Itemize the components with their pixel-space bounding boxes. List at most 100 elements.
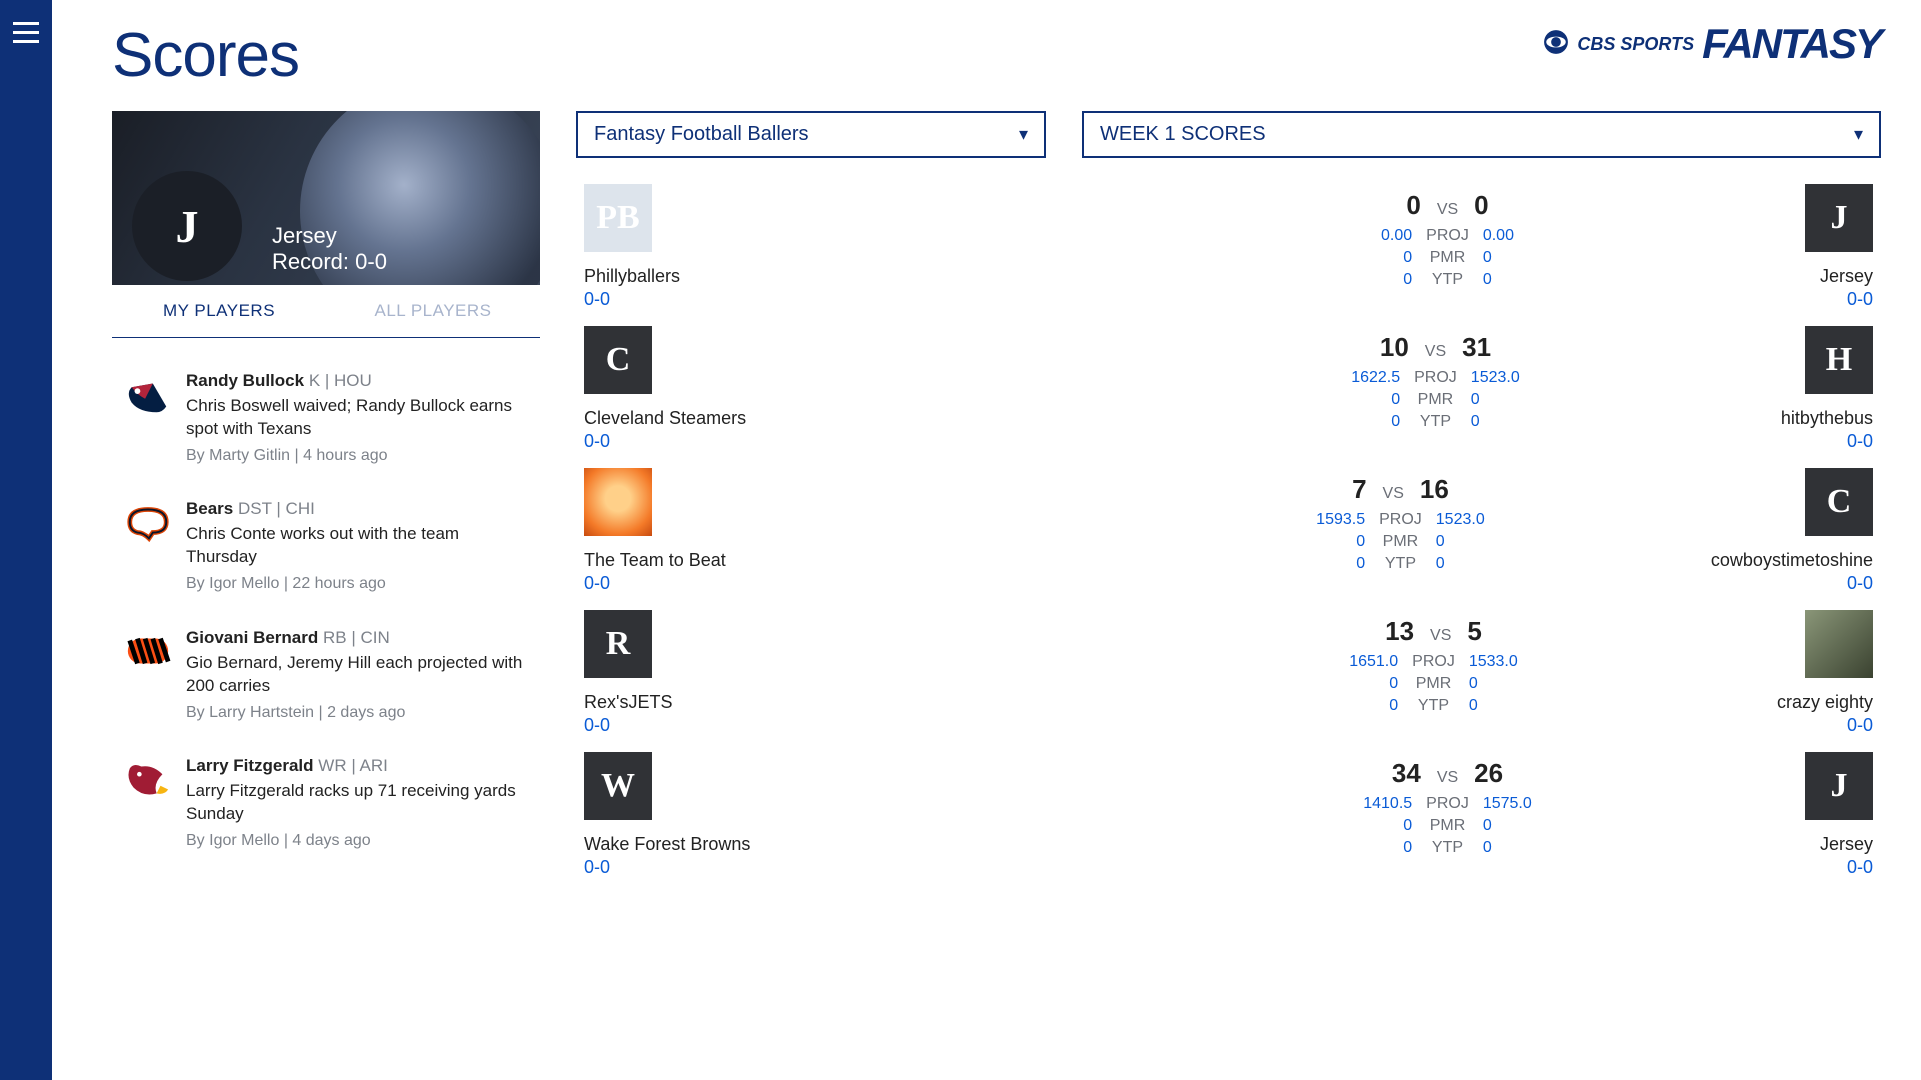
matchup-row[interactable]: The Team to Beat0-0	[576, 456, 1046, 598]
team-a-record: 0-0	[584, 857, 610, 878]
team-a-name: Rex'sJETS	[584, 692, 672, 713]
matchup-row-right[interactable]: 0VS00.00PROJ0.000PMR00YTP0JJersey0-0	[1082, 172, 1881, 314]
matchup-team-b: J Jersey0-0	[1805, 184, 1873, 310]
matchup-team-b: Hhitbythebus0-0	[1781, 326, 1873, 452]
team-a-record: 0-0	[584, 289, 610, 310]
team-a-name: Wake Forest Browns	[584, 834, 750, 855]
league-label: Fantasy Football Ballers	[594, 123, 809, 146]
page-title: Scores	[112, 20, 299, 91]
team-avatar-b: C	[1805, 468, 1873, 536]
matchup-row[interactable]: WWake Forest Browns0-0	[576, 740, 1046, 882]
score-b: 5	[1467, 616, 1481, 647]
team-a-record: 0-0	[584, 573, 610, 594]
score-b: 16	[1420, 474, 1449, 505]
team-b-record: 0-0	[1847, 715, 1873, 736]
vs-label: VS	[1430, 627, 1451, 645]
news-item[interactable]: Randy Bullock K | HOUChris Boswell waive…	[112, 356, 540, 484]
hamburger-icon[interactable]	[13, 22, 39, 1080]
player-position: WR | ARI	[318, 756, 388, 775]
matchup-team-a: RRex'sJETS0-0	[584, 610, 672, 736]
matchup-row-right[interactable]: 7VS161593.5PROJ1523.00PMR00YTP0Ccowboyst…	[1082, 456, 1881, 598]
team-avatar: J	[132, 171, 242, 281]
team-b-record: 0-0	[1847, 289, 1873, 310]
score-b: 0	[1474, 190, 1488, 221]
matchup-row-right[interactable]: 34VS261410.5PROJ1575.00PMR00YTP0JJersey0…	[1082, 740, 1881, 882]
score-a: 13	[1385, 616, 1414, 647]
tab-my-players[interactable]: MY PLAYERS	[112, 285, 326, 337]
matchup-row[interactable]: PB Phillyballers0-0	[576, 172, 1046, 314]
matchup-stats: 13VS51651.0PROJ1533.00PMR00YTP0	[1090, 610, 1777, 715]
score-a: 0	[1406, 190, 1420, 221]
team-hero-text: Jersey Record: 0-0	[272, 223, 387, 275]
player-tabs: MY PLAYERS ALL PLAYERS	[112, 285, 540, 338]
team-b-name: hitbythebus	[1781, 408, 1873, 429]
score-b: 26	[1474, 758, 1503, 789]
news-item[interactable]: Giovani Bernard RB | CIN Gio Bernard, Jer…	[112, 613, 540, 741]
chevron-down-icon: ▾	[1019, 124, 1028, 145]
news-headline: Larry Fitzgerald racks up 71 receiving y…	[186, 780, 528, 826]
vs-label: VS	[1425, 343, 1446, 361]
news-byline: By Igor Mello | 4 days ago	[186, 830, 528, 852]
week-label: WEEK 1 SCORES	[1100, 123, 1266, 146]
matchup-team-a: The Team to Beat0-0	[584, 468, 726, 594]
team-avatar-b	[1805, 610, 1873, 678]
team-avatar-a: C	[584, 326, 652, 394]
vs-label: VS	[1437, 201, 1458, 219]
news-headline: Chris Conte works out with the team Thur…	[186, 523, 528, 569]
matchup-team-b: crazy eighty0-0	[1777, 610, 1873, 736]
matchup-team-a: C Cleveland Steamers0-0	[584, 326, 746, 452]
team-record: Record: 0-0	[272, 249, 387, 275]
team-hero[interactable]: J Jersey Record: 0-0	[112, 111, 540, 285]
team-avatar-b: J	[1805, 184, 1873, 252]
team-name: Jersey	[272, 223, 387, 249]
team-a-name: The Team to Beat	[584, 550, 726, 571]
player-name: Giovani Bernard	[186, 628, 318, 647]
matchup-row-right[interactable]: 10VS311622.5PROJ1523.00PMR00YTP0Hhitbyth…	[1082, 314, 1881, 456]
player-position: RB | CIN	[323, 628, 390, 647]
team-avatar-b: H	[1805, 326, 1873, 394]
matchup-stats: 34VS261410.5PROJ1575.00PMR00YTP0	[1090, 752, 1805, 857]
team-avatar-a	[584, 468, 652, 536]
nav-rail	[0, 0, 52, 1080]
news-item[interactable]: Bears DST | CHIChris Conte works out wit…	[112, 484, 540, 612]
matchup-row[interactable]: C Cleveland Steamers0-0	[576, 314, 1046, 456]
matchup-stats: 10VS311622.5PROJ1523.00PMR00YTP0	[1090, 326, 1781, 431]
team-avatar-b: J	[1805, 752, 1873, 820]
league-dropdown[interactable]: Fantasy Football Ballers ▾	[576, 111, 1046, 158]
matchup-row[interactable]: RRex'sJETS0-0	[576, 598, 1046, 740]
player-position: K | HOU	[309, 371, 372, 390]
score-a: 34	[1392, 758, 1421, 789]
team-b-name: Jersey	[1820, 834, 1873, 855]
vs-label: VS	[1437, 769, 1458, 787]
news-headline: Gio Bernard, Jeremy Hill each projected …	[186, 652, 528, 698]
tab-all-players[interactable]: ALL PLAYERS	[326, 285, 540, 337]
team-b-name: Jersey	[1820, 266, 1873, 287]
vs-label: VS	[1383, 485, 1404, 503]
matchup-stats: 7VS161593.5PROJ1523.00PMR00YTP0	[1090, 468, 1711, 573]
brand-logo: CBS SPORTS FANTASY	[1543, 20, 1881, 68]
news-byline: By Larry Hartstein | 2 days ago	[186, 702, 528, 724]
team-a-name: Phillyballers	[584, 266, 680, 287]
team-avatar-a: PB	[584, 184, 652, 252]
team-logo-icon	[124, 627, 172, 675]
player-name: Bears	[186, 499, 233, 518]
news-byline: By Marty Gitlin | 4 hours ago	[186, 445, 528, 467]
matchup-team-a: WWake Forest Browns0-0	[584, 752, 750, 878]
news-headline: Chris Boswell waived; Randy Bullock earn…	[186, 395, 528, 441]
team-a-record: 0-0	[584, 431, 610, 452]
fantasy-logo-text: FANTASY	[1702, 20, 1881, 68]
matchup-team-b: J Jersey0-0	[1805, 752, 1873, 878]
matchup-row-right[interactable]: 13VS51651.0PROJ1533.00PMR00YTP0crazy eig…	[1082, 598, 1881, 740]
team-logo-icon	[124, 755, 172, 803]
score-b: 31	[1462, 332, 1491, 363]
score-a: 10	[1380, 332, 1409, 363]
chevron-down-icon: ▾	[1854, 124, 1863, 145]
matchup-stats: 0VS00.00PROJ0.000PMR00YTP0	[1090, 184, 1805, 289]
news-item[interactable]: Larry Fitzgerald WR | ARILarry Fitzgeral…	[112, 741, 540, 869]
news-byline: By Igor Mello | 22 hours ago	[186, 573, 528, 595]
week-dropdown[interactable]: WEEK 1 SCORES ▾	[1082, 111, 1881, 158]
team-a-name: Cleveland Steamers	[584, 408, 746, 429]
matchup-team-a: PB Phillyballers0-0	[584, 184, 680, 310]
header: Scores CBS SPORTS FANTASY	[112, 20, 1881, 91]
team-b-record: 0-0	[1847, 857, 1873, 878]
